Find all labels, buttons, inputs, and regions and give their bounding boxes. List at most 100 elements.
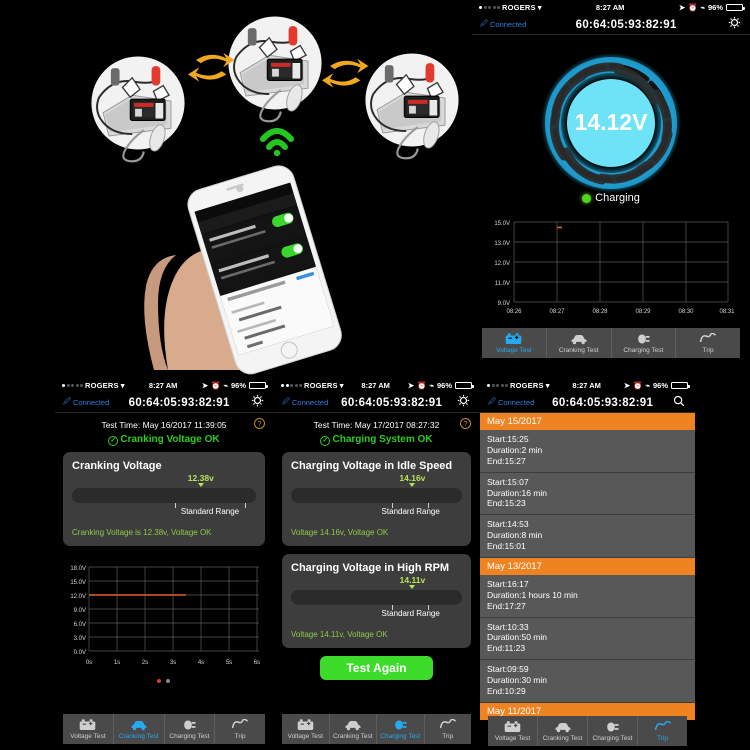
list-item[interactable]: Start:09:59 Duration:30 min End:10:29 <box>480 660 695 703</box>
tab-charging-test[interactable]: Charging Test <box>165 714 216 744</box>
battery-percent-label: 96% <box>436 381 452 390</box>
standard-range-label: Standard Range <box>381 507 440 516</box>
list-item[interactable]: Start:15:07 Duration:16 min End:15:23 <box>480 472 695 516</box>
charging-test-screen: ROGERS ▾ 8:27 AM ➤ ⏰ ⌁ 96% 🖉 Connected 6… <box>274 378 479 750</box>
cranking-test-chart: 18.0V 15.0V 12.0V 9.0V 6.0V 3.0V 0.0V 0s… <box>55 554 273 688</box>
search-icon[interactable] <box>671 394 687 412</box>
x-tick: 08:30 <box>678 309 694 315</box>
y-tick: 9.0V <box>74 608 86 614</box>
check-icon: ✓ <box>108 436 119 446</box>
charging-status-label: Charging System OK <box>332 434 433 445</box>
device-mac-address: 60:64:05:93:82:91 <box>552 396 654 409</box>
tab-label: Cranking Test <box>332 732 373 740</box>
meter-caret-icon <box>409 585 416 589</box>
meter-track <box>72 488 256 503</box>
tab-voltage-test[interactable]: Voltage Test <box>63 714 114 744</box>
settings-gear-icon[interactable] <box>726 16 742 34</box>
help-icon[interactable]: ? <box>460 418 471 429</box>
trip-duration: Duration:30 min <box>487 675 548 685</box>
screenshot-root: ROGERS ▾ 8:27 AM ➤ ⏰ ⌁ 96% 🖉 Connected 6… <box>0 0 750 750</box>
nav-bar: 🖉 Connected 60:64:05:93:82:91 <box>55 393 273 413</box>
battery-icon <box>504 721 521 734</box>
battery-icon <box>79 719 96 732</box>
meter-caret-icon <box>409 483 416 487</box>
tab-charging-test[interactable]: Charging Test <box>588 716 638 746</box>
x-tick: 08:31 <box>719 309 735 315</box>
connection-status: 🖉 Connected <box>488 396 534 409</box>
card-title: Charging Voltage in High RPM <box>291 562 450 574</box>
location-arrow-icon: ➤ <box>623 381 631 390</box>
list-item[interactable]: Start:16:17 Duration:1 hours 10 min End:… <box>480 574 695 618</box>
cranking-status-label: Cranking Voltage OK <box>120 434 220 445</box>
settings-gear-icon[interactable] <box>455 394 471 412</box>
test-time-label: Test Time: <box>101 420 141 430</box>
carrier-label: ROGERS <box>502 3 536 12</box>
x-tick: 1s <box>114 660 120 666</box>
carrier-label: ROGERS <box>304 381 338 390</box>
meter-caret-icon <box>197 483 204 487</box>
plug-icon <box>393 719 408 732</box>
trip-list[interactable]: May 15/2017 Start:15:25 Duration:2 min E… <box>480 413 695 747</box>
trip-date-header: May 13/2017 <box>480 557 695 575</box>
charging-status: ✓ Charging System OK <box>274 432 479 452</box>
y-tick: 13.0V <box>494 241 510 247</box>
tab-label: Voltage Test <box>494 734 531 742</box>
y-tick: 9.0V <box>498 301 510 307</box>
tab-voltage-test[interactable]: Voltage Test <box>488 716 538 746</box>
wave-icon <box>699 333 717 346</box>
cranking-test-screen: ROGERS ▾ 8:27 AM ➤ ⏰ ⌁ 96% 🖉 Connected 6… <box>55 378 273 750</box>
tab-label: Cranking Test <box>118 732 159 740</box>
tab-cranking-test[interactable]: Cranking Test <box>538 716 588 746</box>
tab-label: Voltage Test <box>70 732 106 740</box>
list-item[interactable]: Start:14:53 Duration:8 min End:15:01 <box>480 515 695 558</box>
plug-icon <box>636 333 651 346</box>
tab-cranking-test[interactable]: Cranking Test <box>547 328 612 358</box>
tab-voltage-test[interactable]: Voltage Test <box>282 714 330 744</box>
bluetooth-icon: ⌁ <box>429 381 434 390</box>
tab-label: Voltage Test <box>496 346 532 354</box>
tab-charging-test[interactable]: Charging Test <box>612 328 677 358</box>
x-tick: 3s <box>170 660 176 666</box>
cranking-meter: 12.38v Standard Range <box>72 473 256 516</box>
tab-trip[interactable]: Trip <box>676 328 740 358</box>
trip-start: Start:16:17 <box>487 578 529 589</box>
signal-dots-icon <box>487 384 508 387</box>
list-item[interactable]: Start:15:25 Duration:2 min End:15:27 <box>480 430 695 473</box>
help-icon[interactable]: ? <box>254 418 265 429</box>
test-again-button[interactable]: Test Again <box>320 656 433 680</box>
tab-cranking-test[interactable]: Cranking Test <box>114 714 165 744</box>
connection-status: 🖉 Connected <box>480 18 526 31</box>
trip-start: Start:15:07 <box>487 476 529 487</box>
battery-percent-label: 96% <box>707 3 723 12</box>
wave-icon <box>654 721 672 734</box>
signal-dots-icon <box>479 6 500 9</box>
y-tick: 15.0V <box>494 221 510 227</box>
tab-label: Charging Test <box>592 734 633 742</box>
car-icon <box>130 719 148 732</box>
battery-icon <box>297 719 314 732</box>
tab-voltage-test[interactable]: Voltage Test <box>482 328 547 358</box>
list-item[interactable]: Start:10:33 Duration:50 min End:11:23 <box>480 617 695 661</box>
tab-cranking-test[interactable]: Cranking Test <box>330 714 377 744</box>
trip-duration: Duration:2 min <box>487 444 543 455</box>
connection-status: 🖉 Connected <box>63 396 109 409</box>
test-time-value: May 17/2017 08:27:32 <box>354 420 440 430</box>
battery-icon <box>726 3 745 12</box>
tab-trip[interactable]: Trip <box>638 716 687 746</box>
x-tick: 08:27 <box>549 309 565 315</box>
tab-label: Charging Test <box>623 346 664 354</box>
tab-charging-test[interactable]: Charging Test <box>377 714 425 744</box>
status-bar: ROGERS ▾ 8:27 AM ➤ ⏰ ⌁ 96% <box>480 378 695 393</box>
wave-icon <box>231 719 249 732</box>
meter-track <box>291 488 462 503</box>
settings-gear-icon[interactable] <box>249 394 265 412</box>
trip-start: Start:10:33 <box>487 621 529 632</box>
tab-label: Trip <box>702 346 714 354</box>
page-indicator[interactable] <box>59 675 267 688</box>
meter-track <box>291 590 462 605</box>
tab-trip[interactable]: Trip <box>425 714 472 744</box>
test-time-label: Test Time: <box>313 420 353 430</box>
connected-label: Connected <box>73 398 110 407</box>
alarm-icon: ⏰ <box>633 381 643 390</box>
tab-trip[interactable]: Trip <box>215 714 265 744</box>
